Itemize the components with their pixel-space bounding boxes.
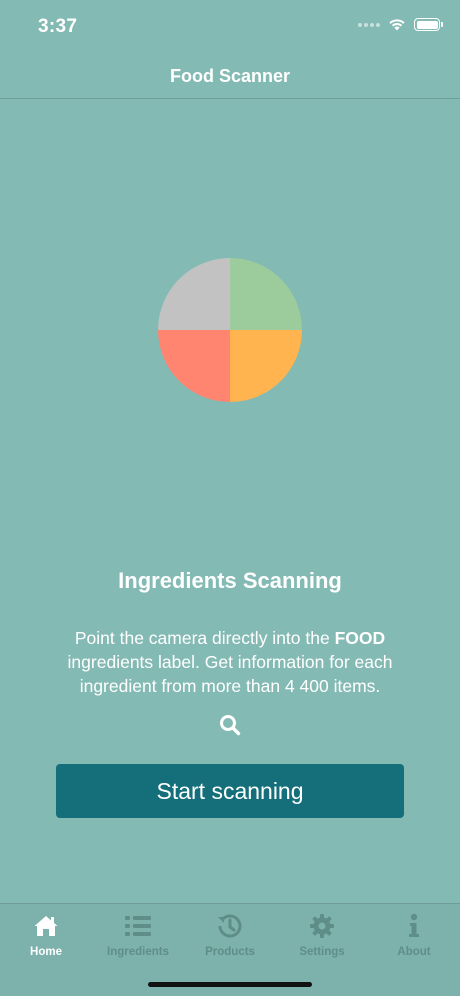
tab-bar: Home Ingredients Products Settings About <box>0 903 460 996</box>
status-bar: 3:37 <box>0 0 460 54</box>
tab-ingredients[interactable]: Ingredients <box>92 912 184 964</box>
start-scanning-button[interactable]: Start scanning <box>56 764 404 818</box>
history-icon <box>216 912 244 940</box>
tab-about[interactable]: About <box>368 912 460 964</box>
tab-home[interactable]: Home <box>0 912 92 964</box>
tab-products[interactable]: Products <box>184 912 276 964</box>
list-icon <box>124 912 152 940</box>
search-icon <box>218 713 242 737</box>
logo-quadrant-top-left <box>158 258 230 330</box>
tab-label: Settings <box>299 946 345 958</box>
description-emphasis: FOOD <box>334 628 386 648</box>
logo-quadrant-top-right <box>230 258 302 330</box>
app-logo <box>158 258 302 402</box>
gear-icon <box>308 912 336 940</box>
tab-settings[interactable]: Settings <box>276 912 368 964</box>
description-text-part: ingredients label. Get information for e… <box>67 652 393 696</box>
info-icon <box>400 912 428 940</box>
logo-quadrant-bottom-right <box>230 330 302 402</box>
tab-label: Home <box>30 946 62 958</box>
app-screen: 3:37 Food Scanner Ingredients Scanning P… <box>0 0 460 996</box>
tab-label: Ingredients <box>107 946 169 958</box>
page-title: Food Scanner <box>169 65 290 86</box>
wifi-icon <box>389 19 405 31</box>
logo-quadrant-bottom-left <box>158 330 230 402</box>
home-indicator[interactable] <box>148 982 312 987</box>
tab-label: About <box>397 946 431 958</box>
description-text-part: Point the camera directly into the <box>74 628 335 648</box>
home-icon <box>32 912 60 940</box>
description-text: Point the camera directly into the FOOD … <box>40 626 420 698</box>
status-icons <box>358 18 443 31</box>
status-time: 3:37 <box>38 16 78 37</box>
section-headline: Ingredients Scanning <box>118 568 342 593</box>
battery-icon <box>414 18 443 31</box>
navigation-bar: Food Scanner <box>0 54 460 99</box>
signal-icon <box>358 22 380 27</box>
tab-label: Products <box>205 946 255 958</box>
